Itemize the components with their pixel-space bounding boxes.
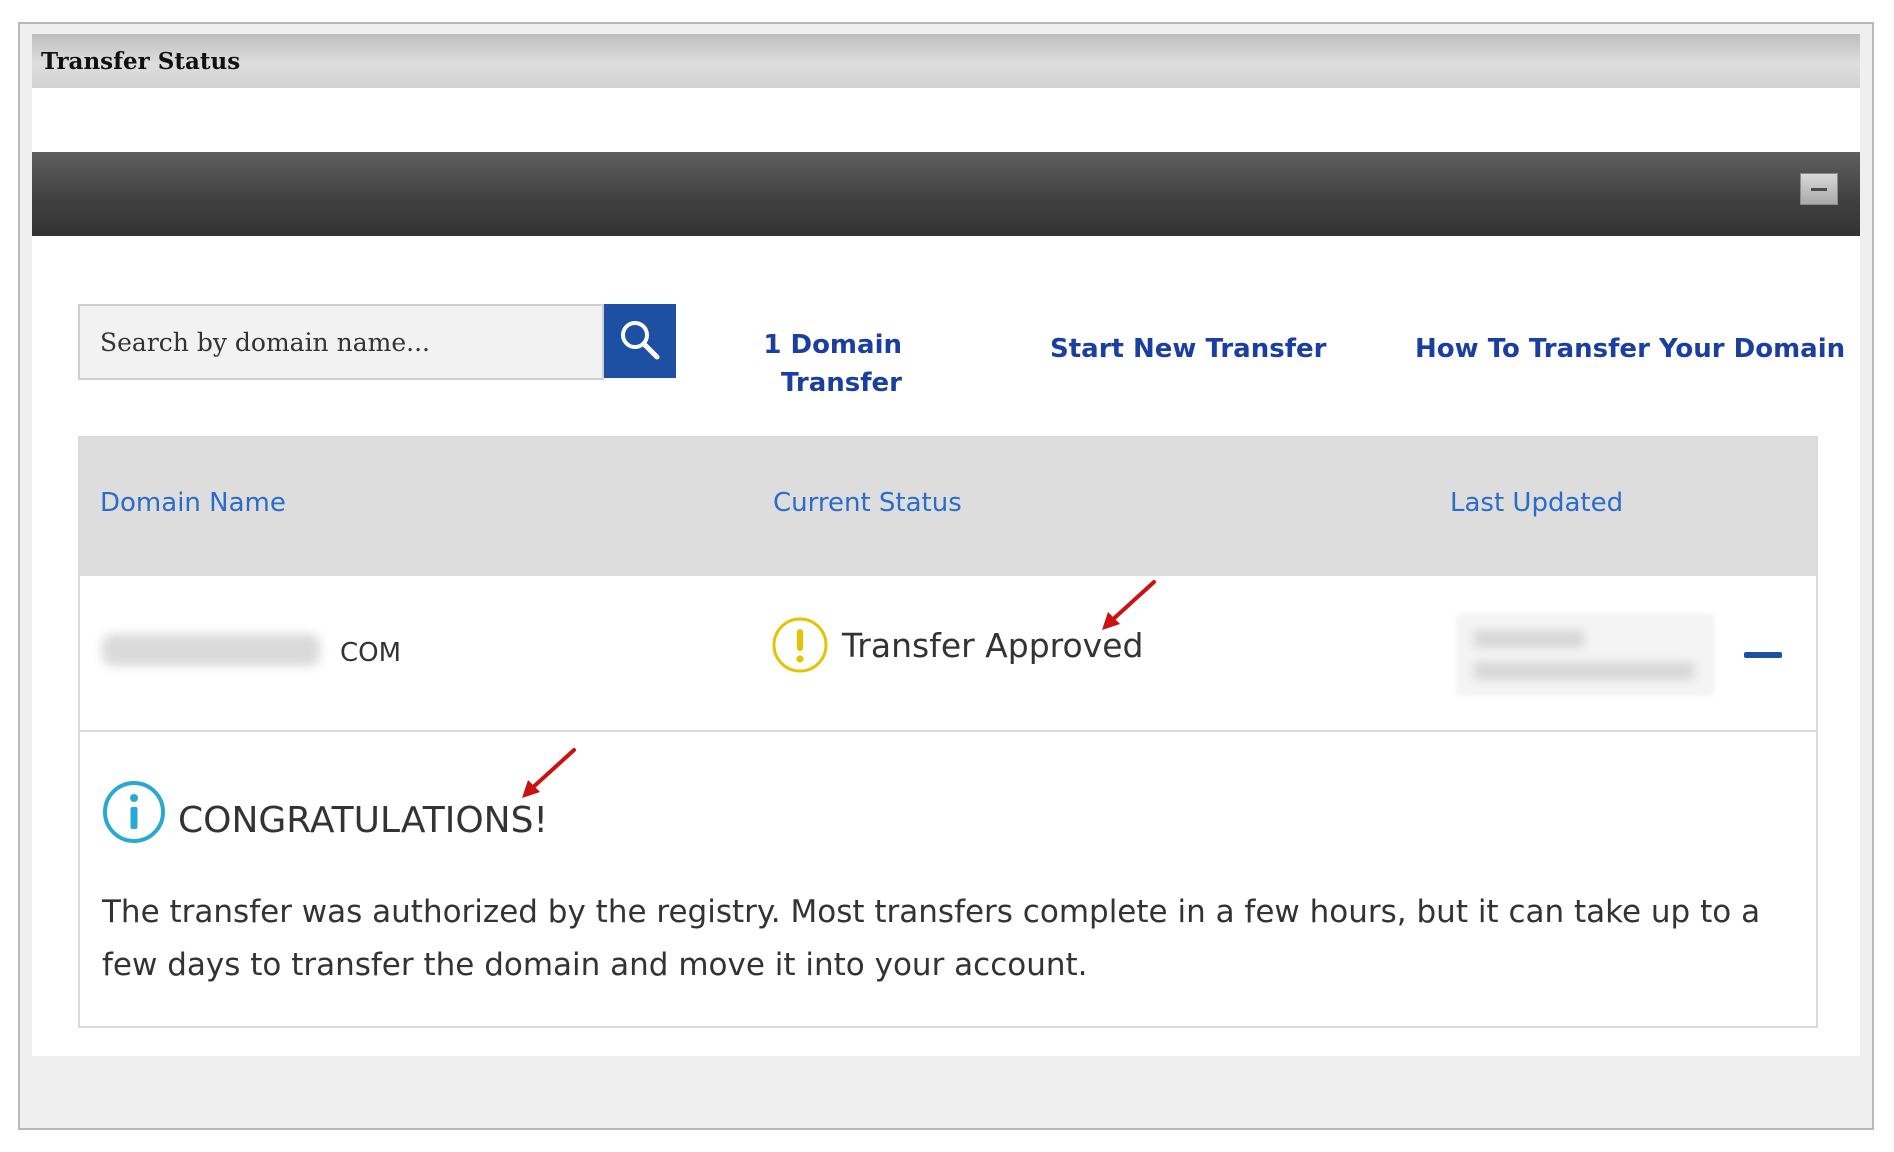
annotation-arrow-icon (522, 748, 576, 798)
title-bar: Transfer Status (32, 34, 1860, 88)
domain-count-line2: Transfer (781, 368, 902, 398)
domain-count-line1: 1 Domain (763, 330, 902, 360)
page-title: Transfer Status (41, 48, 241, 75)
section-header-bar (32, 152, 1860, 236)
redacted-domain-name (102, 634, 320, 666)
search-icon (621, 321, 660, 360)
transfer-info-message: The transfer was authorized by the regis… (102, 894, 1761, 983)
column-header-current-status[interactable]: Current Status (773, 488, 962, 518)
search-input[interactable] (78, 304, 604, 380)
collapse-button[interactable] (1800, 173, 1838, 205)
domain-suffix: COM (340, 638, 402, 668)
column-header-domain-name[interactable]: Domain Name (100, 488, 286, 518)
table-row[interactable]: COM Transfer Approved (80, 576, 1816, 732)
start-new-transfer-link[interactable]: Start New Transfer (1050, 334, 1326, 364)
warning-icon (772, 617, 828, 673)
congratulations-heading: CONGRATULATIONS! (178, 800, 548, 841)
transfer-status-panel: Transfer Status 1 Domain Transfer Start … (32, 34, 1860, 1056)
annotation-arrow-icon (1102, 580, 1156, 630)
table-header: Domain Name Current Status Last Updated (80, 438, 1816, 576)
redacted-last-updated (1456, 614, 1714, 696)
domain-transfer-count-link[interactable]: 1 Domain Transfer (732, 326, 902, 402)
window-frame: Transfer Status 1 Domain Transfer Start … (18, 22, 1874, 1130)
how-to-transfer-link[interactable]: How To Transfer Your Domain (1415, 334, 1845, 364)
collapse-row-minus-icon[interactable] (1744, 652, 1782, 658)
search-button[interactable] (604, 304, 676, 378)
column-header-last-updated[interactable]: Last Updated (1450, 488, 1623, 518)
info-icon (103, 781, 165, 843)
minus-icon (1811, 188, 1827, 191)
transfers-table: Domain Name Current Status Last Updated … (78, 436, 1818, 1028)
